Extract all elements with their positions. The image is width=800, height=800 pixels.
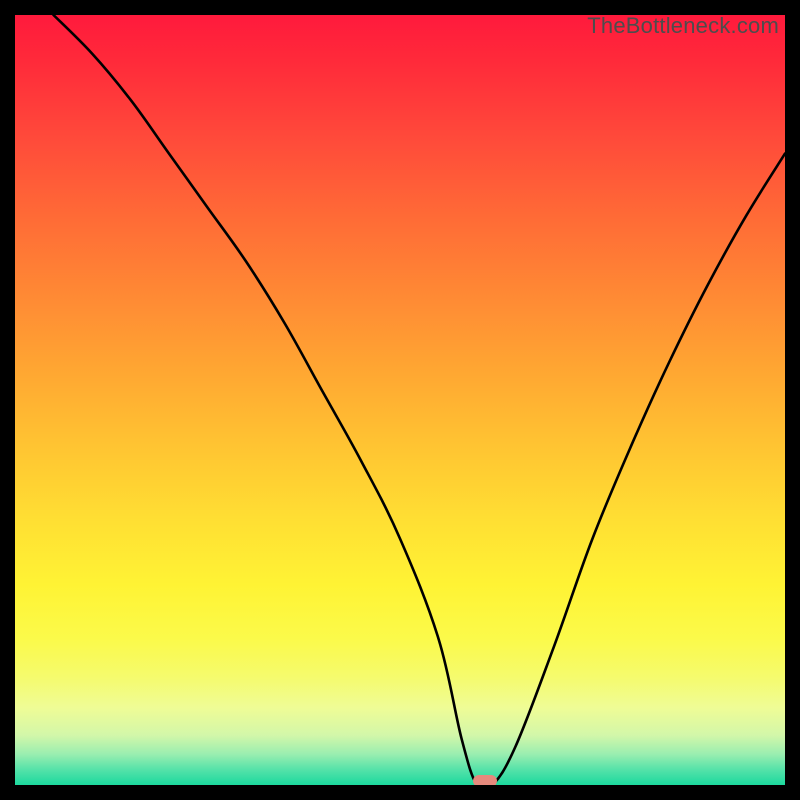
plot-area: TheBottleneck.com	[15, 15, 785, 785]
optimal-marker	[473, 775, 497, 785]
bottleneck-curve	[15, 15, 785, 785]
curve-path	[54, 15, 786, 785]
chart-frame: TheBottleneck.com	[0, 0, 800, 800]
